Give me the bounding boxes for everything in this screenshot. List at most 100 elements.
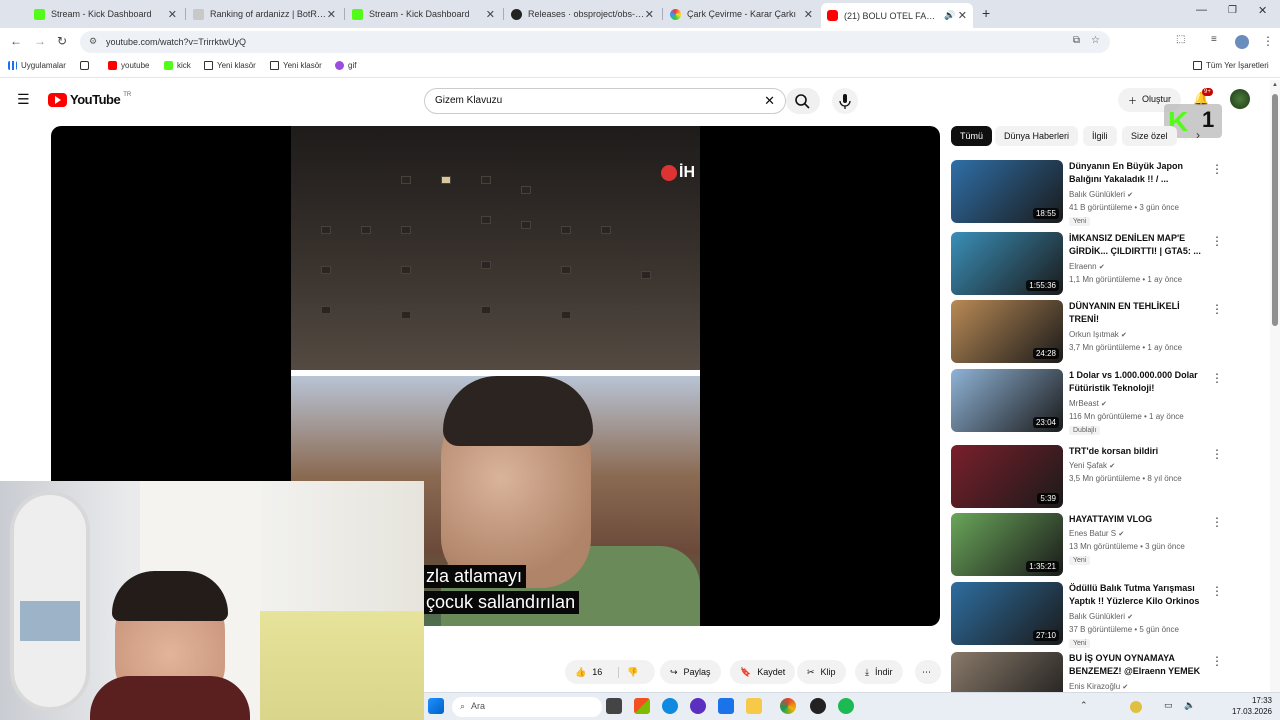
bookmark-apps[interactable]: Uygulamalar (8, 61, 66, 70)
recommendation-item[interactable]: 24:28 DÜNYANIN EN TEHLİKELİ TRENİ! Orkun I… (951, 300, 1223, 364)
page-scrollbar[interactable]: ▲ (1270, 80, 1280, 692)
close-tab-icon[interactable]: ✕ (645, 8, 654, 21)
hamburger-menu-icon[interactable]: ☰ (17, 91, 30, 108)
bookmark-folder[interactable]: Yeni klasör (204, 61, 256, 70)
url-field[interactable]: ⚙ youtube.com/watch?v=TrirrktwUyQ ⧉ ☆ (80, 31, 1110, 53)
recommendation-item[interactable]: 5:39 TRT'de korsan bildiri Yeni Şafak ✔ 3,5… (951, 445, 1223, 509)
channel-name[interactable]: MrBeast ✔ (1069, 399, 1107, 408)
close-window-icon[interactable]: ✕ (1258, 4, 1267, 17)
chrome-icon[interactable] (780, 698, 796, 714)
extensions-icon[interactable]: ⬚ (1176, 34, 1185, 45)
channel-name[interactable]: Orkun Işıtmak ✔ (1069, 330, 1127, 339)
video-thumbnail[interactable]: 1:55:36 (951, 232, 1063, 295)
save-button[interactable]: 🔖 Kaydet (730, 660, 796, 684)
search-input[interactable]: Gizem Klavuzu ✕ (424, 88, 786, 114)
close-tab-icon[interactable]: ✕ (486, 8, 495, 21)
reading-list-icon[interactable]: ≡ (1211, 34, 1217, 45)
bookmark-grid[interactable] (80, 61, 89, 70)
recommendation-item[interactable]: 18:55 Dünyanın En Büyük Japon Balığını Ya… (951, 160, 1223, 226)
start-icon[interactable] (428, 698, 444, 714)
video-title[interactable]: İMKANSIZ DENİLEN MAP'E GİRDİK... ÇILDIRT… (1069, 232, 1209, 258)
obs-icon[interactable] (690, 698, 706, 714)
close-tab-icon[interactable]: ✕ (327, 8, 336, 21)
speaker-icon[interactable]: 🔊 (944, 10, 955, 21)
video-title[interactable]: Dünyanın En Büyük Japon Balığını Yakalad… (1069, 160, 1209, 186)
store-icon[interactable] (634, 698, 650, 714)
bookmark-youtube[interactable]: youtube (108, 61, 149, 70)
like-count[interactable]: 16 (592, 667, 602, 677)
like-icon[interactable]: 👍 (575, 667, 586, 678)
video-title[interactable]: BU İŞ OYUN OYNAMAYA BENZEMEZ! @Elraenn Y… (1069, 652, 1209, 680)
more-vertical-icon[interactable]: ⋮ (1211, 654, 1223, 668)
youtube-logo[interactable]: YouTube TR (48, 92, 131, 107)
recommendation-item[interactable]: 1:55:36 İMKANSIZ DENİLEN MAP'E GİRDİK... … (951, 232, 1223, 296)
video-title[interactable]: 1 Dolar vs 1.000.000.000 Dolar Fütüristi… (1069, 369, 1209, 395)
new-tab-icon[interactable]: + (982, 5, 990, 21)
scroll-up-icon[interactable]: ▲ (1272, 82, 1278, 88)
share-button[interactable]: ↪ Paylaş (660, 660, 721, 684)
channel-name[interactable]: Balık Günlükleri ✔ (1069, 612, 1133, 621)
edge-icon[interactable] (662, 698, 678, 714)
chip-for-you[interactable]: Size özel (1122, 126, 1177, 146)
channel-name[interactable]: Enis Kirazoğlu ✔ (1069, 682, 1128, 691)
reload-icon[interactable]: ↻ (57, 34, 67, 48)
video-thumbnail[interactable]: 24:28 (951, 300, 1063, 363)
browser-tab[interactable]: Stream - Kick Dashboard ✕ (28, 3, 183, 25)
video-thumbnail[interactable]: 1:35:21 (951, 513, 1063, 576)
close-tab-icon[interactable]: ✕ (804, 8, 813, 21)
calculator-icon[interactable] (718, 698, 734, 714)
video-title[interactable]: Ödüllü Balık Tutma Yarışması Yaptık !! Y… (1069, 582, 1209, 610)
profile-avatar[interactable] (1235, 35, 1249, 49)
volume-icon[interactable]: 🔈 (1184, 700, 1195, 711)
recommendation-item[interactable]: 23:04 1 Dolar vs 1.000.000.000 Dolar Fütü… (951, 369, 1223, 435)
more-actions-button[interactable]: ⋯ (915, 660, 941, 684)
channel-name[interactable]: Elraenn ✔ (1069, 262, 1105, 271)
bookmark-gif[interactable]: gif (335, 61, 356, 70)
site-info-icon[interactable]: ⚙ (89, 36, 97, 47)
clear-search-icon[interactable]: ✕ (764, 93, 775, 109)
clip-button[interactable]: ✂ Klip (797, 660, 846, 684)
restore-icon[interactable]: ❐ (1228, 5, 1237, 16)
channel-name[interactable]: Enes Batur S ✔ (1069, 529, 1124, 538)
more-vertical-icon[interactable]: ⋮ (1211, 302, 1223, 316)
video-thumbnail[interactable]: 27:10 (951, 582, 1063, 645)
all-bookmarks[interactable]: Tüm Yer İşaretleri (1193, 61, 1269, 70)
task-view-icon[interactable] (606, 698, 622, 714)
video-title[interactable]: TRT'de korsan bildiri (1069, 445, 1209, 458)
browser-tab[interactable]: Stream - Kick Dashboard ✕ (346, 3, 501, 25)
close-tab-icon[interactable]: ✕ (168, 8, 177, 21)
dislike-icon[interactable]: 👎 (618, 666, 638, 678)
bookmark-kick[interactable]: kick (164, 61, 191, 70)
more-vertical-icon[interactable]: ⋮ (1211, 234, 1223, 248)
browser-tab[interactable]: Çark Çevirme - Karar Çarkı ✕ (664, 3, 819, 25)
browser-menu-icon[interactable]: ⋮ (1262, 34, 1274, 48)
spotify-icon[interactable] (838, 698, 854, 714)
system-clock[interactable]: 17:33 17.03.2026 (1232, 695, 1272, 717)
download-button[interactable]: ⤓ İndir (855, 660, 903, 684)
forward-icon[interactable]: → (34, 34, 46, 48)
search-button[interactable] (786, 88, 820, 114)
network-icon[interactable]: ▭ (1164, 700, 1173, 711)
more-vertical-icon[interactable]: ⋮ (1211, 515, 1223, 529)
chip-next-icon[interactable]: › (1196, 128, 1200, 142)
minimize-icon[interactable]: — (1196, 4, 1207, 16)
account-avatar[interactable] (1230, 89, 1250, 109)
close-tab-icon[interactable]: ✕ (958, 9, 967, 22)
more-vertical-icon[interactable]: ⋮ (1211, 447, 1223, 461)
taskbar-search[interactable]: ⌕ Ara (452, 697, 602, 717)
app-icon[interactable] (810, 698, 826, 714)
video-thumbnail[interactable]: 18:55 (951, 160, 1063, 223)
voice-search-button[interactable] (832, 88, 858, 114)
browser-tab[interactable]: Releases · obsproject/obs-stud ✕ (505, 3, 660, 25)
chip-related[interactable]: İlgili (1083, 126, 1117, 146)
browser-tab-active[interactable]: (21) BOLU OTEL FACİASI | E 🔊 ✕ (821, 3, 973, 28)
browser-tab[interactable]: Ranking of ardanizz | BotRix — ✕ (187, 3, 342, 25)
more-vertical-icon[interactable]: ⋮ (1211, 162, 1223, 176)
tray-app-icon[interactable] (1130, 701, 1142, 713)
channel-name[interactable]: Balık Günlükleri ✔ (1069, 190, 1133, 199)
bookmark-star-icon[interactable]: ☆ (1091, 35, 1100, 46)
tray-chevron-icon[interactable]: ⌃ (1080, 700, 1088, 711)
video-title[interactable]: HAYATTAYIM VLOG (1069, 513, 1209, 526)
recommendation-item[interactable]: 27:10 Ödüllü Balık Tutma Yarışması Yaptık… (951, 582, 1223, 648)
scroll-thumb[interactable] (1272, 94, 1278, 326)
